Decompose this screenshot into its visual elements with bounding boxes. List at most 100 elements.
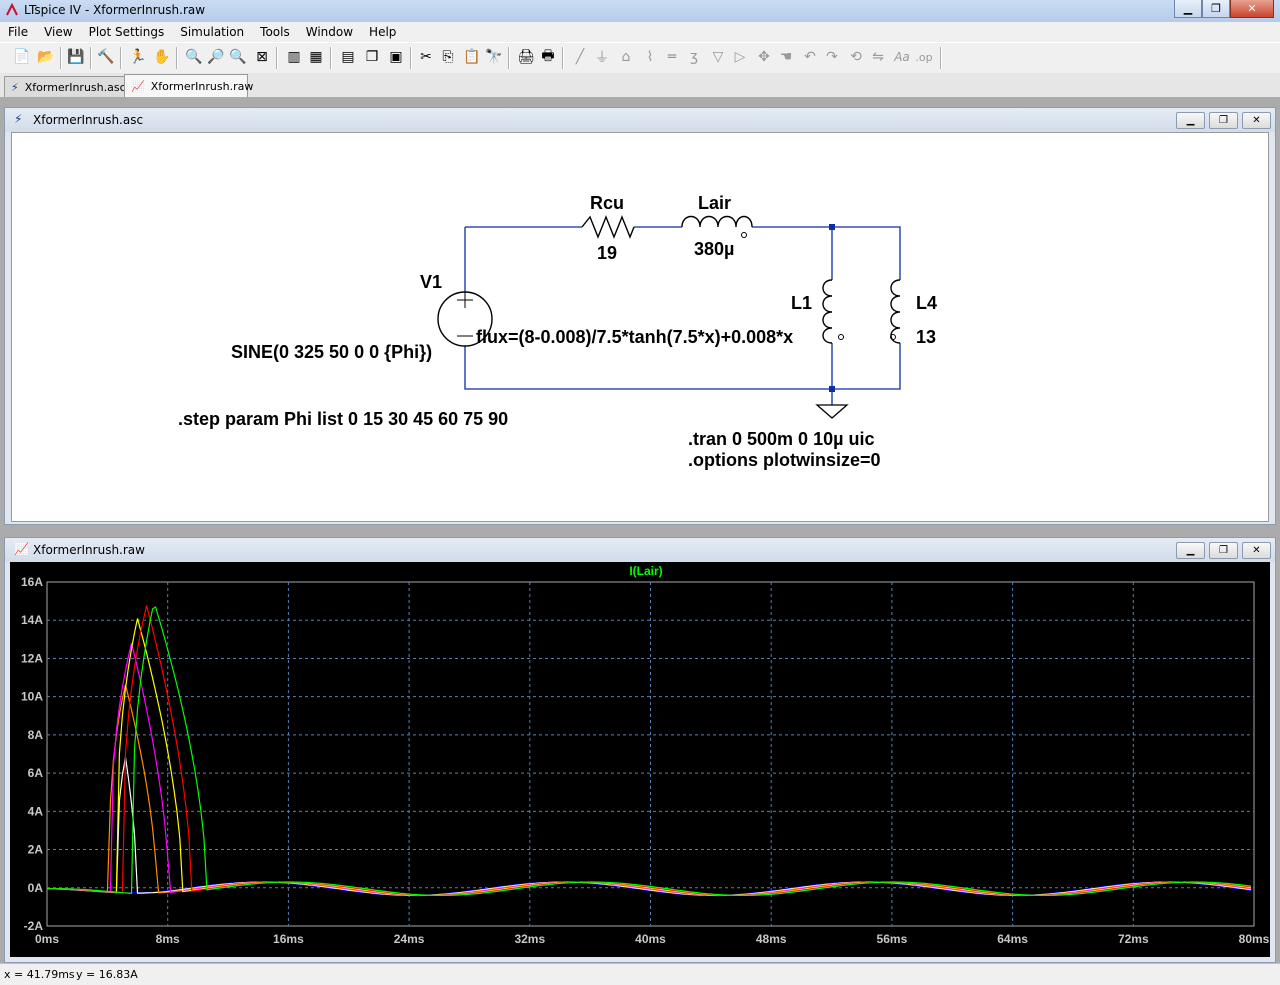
tab-schematic[interactable]: ⚡ XformerInrush.asc xyxy=(4,76,128,97)
ltspice-logo-icon xyxy=(6,3,18,16)
print-setup-icon[interactable]: 🖨 xyxy=(516,47,536,67)
waveform-window-titlebar[interactable]: 📈 XformerInrush.raw ▁ ❐ ✕ xyxy=(5,538,1275,562)
x-tick-label: 24ms xyxy=(394,932,425,946)
y-tick-label: 16A xyxy=(21,575,43,589)
x-tick-label: 56ms xyxy=(877,932,908,946)
l4-name-label[interactable]: L4 xyxy=(916,293,937,313)
zoom-in-icon[interactable]: 🔍 xyxy=(184,47,204,67)
series-line[interactable] xyxy=(47,642,1252,896)
control-panel-icon[interactable]: 🔨 xyxy=(96,47,116,67)
schematic-icon: ⚡ xyxy=(14,112,23,126)
autorange-y-icon[interactable]: ▥ xyxy=(284,47,304,67)
series-line[interactable] xyxy=(47,618,1252,896)
x-tick-label: 64ms xyxy=(997,932,1028,946)
tile-horizontal-icon[interactable]: ▤ xyxy=(338,47,358,67)
menu-help[interactable]: Help xyxy=(361,25,404,39)
waveform-minimize-button[interactable]: ▁ xyxy=(1176,542,1205,559)
schematic-close-button[interactable]: ✕ xyxy=(1242,112,1271,129)
inductor-lair-symbol[interactable] xyxy=(681,215,753,228)
close-window-button[interactable]: ✕ xyxy=(1230,0,1274,18)
y-tick-label: 4A xyxy=(28,804,44,818)
print-icon[interactable]: 🖶 xyxy=(538,47,558,67)
copy-icon[interactable]: ⎘ xyxy=(438,47,458,67)
x-tick-label: 72ms xyxy=(1118,932,1149,946)
x-tick-label: 40ms xyxy=(635,932,666,946)
tab-waveform[interactable]: 📈 XformerInrush.raw xyxy=(124,74,253,97)
cursor-x-readout: x = 41.79ms xyxy=(4,968,75,981)
y-tick-label: 6A xyxy=(28,766,44,780)
x-tick-label: 48ms xyxy=(756,932,787,946)
zoom-pan-icon[interactable]: 🔎 xyxy=(206,47,226,67)
l1-value-label[interactable]: flux=(8-0.008)/7.5*tanh(7.5*x)+0.008*x xyxy=(476,327,793,347)
waveform-close-button[interactable]: ✕ xyxy=(1242,542,1271,559)
zoom-out-icon[interactable]: 🔍 xyxy=(228,47,248,67)
schematic-restore-button[interactable]: ❐ xyxy=(1209,112,1238,129)
waveform-window: 📈 XformerInrush.raw ▁ ❐ ✕ I(Lair) 0ms 8ms… xyxy=(4,537,1276,963)
step-directive[interactable]: .step param Phi list 0 15 30 45 60 75 90 xyxy=(178,409,508,429)
menu-file[interactable]: File xyxy=(0,25,36,39)
menu-tools[interactable]: Tools xyxy=(252,25,298,39)
trace-label-ilair[interactable]: I(Lair) xyxy=(629,564,662,578)
menu-simulation[interactable]: Simulation xyxy=(172,25,252,39)
zoom-full-icon[interactable]: ⊠ xyxy=(252,47,272,67)
tran-directive[interactable]: .tran 0 500m 0 10µ uic xyxy=(688,429,874,449)
new-schematic-icon[interactable]: 📄 xyxy=(12,47,32,67)
series-line[interactable] xyxy=(46,757,1252,896)
run-icon[interactable]: 🏃 xyxy=(128,47,148,67)
find-icon[interactable]: 🔭 xyxy=(484,47,504,67)
schematic-canvas[interactable]: Rcu 19 Lair 380µ V1 SINE(0 325 50 0 0 {P… xyxy=(11,132,1269,522)
schematic-drawing: Rcu 19 Lair 380µ V1 SINE(0 325 50 0 0 {P… xyxy=(178,193,937,470)
mirror-icon: ⇋ xyxy=(872,49,884,65)
menu-view[interactable]: View xyxy=(36,25,80,39)
toolbar: 📄 📂 💾 🔨 🏃 ✋ 🔍 🔎 🔍 ⊠ ▥ ▦ ▤ ❐ ▣ ✂ ⎘ 📋 🔭 🖨 … xyxy=(0,42,1280,74)
waveform-restore-button[interactable]: ❐ xyxy=(1209,542,1238,559)
cut-icon[interactable]: ✂ xyxy=(416,47,436,67)
rcu-value-label[interactable]: 19 xyxy=(597,243,617,263)
schematic-window-titlebar[interactable]: ⚡ XformerInrush.asc ▁ ❐ ✕ xyxy=(5,108,1275,132)
menu-bar: File View Plot Settings Simulation Tools… xyxy=(0,22,1280,42)
open-icon[interactable]: 📂 xyxy=(36,47,56,67)
label-net-icon: ⌂ xyxy=(621,49,631,65)
tile-vertical-icon[interactable]: ▣ xyxy=(386,47,406,67)
junction-dot xyxy=(829,224,835,230)
waveform-icon: 📈 xyxy=(131,79,145,93)
autorange-x-icon[interactable]: ▦ xyxy=(306,47,326,67)
series-line[interactable] xyxy=(47,605,1252,896)
series-line[interactable] xyxy=(46,684,1252,896)
halt-icon[interactable]: ✋ xyxy=(152,47,172,67)
x-tick-label: 16ms xyxy=(273,932,304,946)
v1-name-label[interactable]: V1 xyxy=(420,272,442,292)
wire-icon: ╱ xyxy=(575,49,585,65)
menu-plot-settings[interactable]: Plot Settings xyxy=(81,25,173,39)
save-icon[interactable]: 💾 xyxy=(66,47,86,67)
schematic-window-title: XformerInrush.asc xyxy=(33,113,144,127)
options-directive[interactable]: .options plotwinsize=0 xyxy=(688,450,881,470)
ground-symbol[interactable] xyxy=(815,404,849,419)
resistor-icon: ⌇ xyxy=(646,49,654,65)
y-tick-label: 10A xyxy=(21,690,43,704)
wire xyxy=(752,226,901,280)
series-line[interactable] xyxy=(47,606,1252,896)
waveform-plot[interactable]: I(Lair) 0ms 8ms 16ms 24ms 32ms 40ms 48ms 56ms 64… xyxy=(10,562,1270,957)
v1-value-label[interactable]: SINE(0 325 50 0 0 {Phi}) xyxy=(231,342,432,362)
schematic-minimize-button[interactable]: ▁ xyxy=(1176,112,1205,129)
inductor-l1-symbol[interactable] xyxy=(822,279,833,344)
lair-name-label[interactable]: Lair xyxy=(698,193,731,213)
lair-value-label[interactable]: 380µ xyxy=(694,239,734,259)
y-tick-label: 14A xyxy=(21,613,43,627)
inductor-l4-symbol[interactable] xyxy=(890,279,901,344)
menu-window[interactable]: Window xyxy=(298,25,361,39)
drag-icon: ☚ xyxy=(779,49,793,65)
minimize-window-button[interactable]: ▁ xyxy=(1174,0,1202,18)
l4-value-label[interactable]: 13 xyxy=(916,327,936,347)
restore-window-button[interactable]: ❐ xyxy=(1202,0,1230,18)
paste-icon[interactable]: 📋 xyxy=(462,47,482,67)
capacitor-icon: ═ xyxy=(667,49,677,65)
l1-name-label[interactable]: L1 xyxy=(791,293,812,313)
waveform-plot-pane[interactable]: I(Lair) 0ms 8ms 16ms 24ms 32ms 40ms 48ms 56ms 64… xyxy=(10,562,1270,957)
resistor-rcu-symbol[interactable] xyxy=(581,215,635,239)
cascade-icon[interactable]: ❐ xyxy=(362,47,382,67)
rcu-name-label[interactable]: Rcu xyxy=(590,193,624,213)
x-tick-label: 32ms xyxy=(514,932,545,946)
tab-schematic-label: XformerInrush.asc xyxy=(24,80,126,94)
